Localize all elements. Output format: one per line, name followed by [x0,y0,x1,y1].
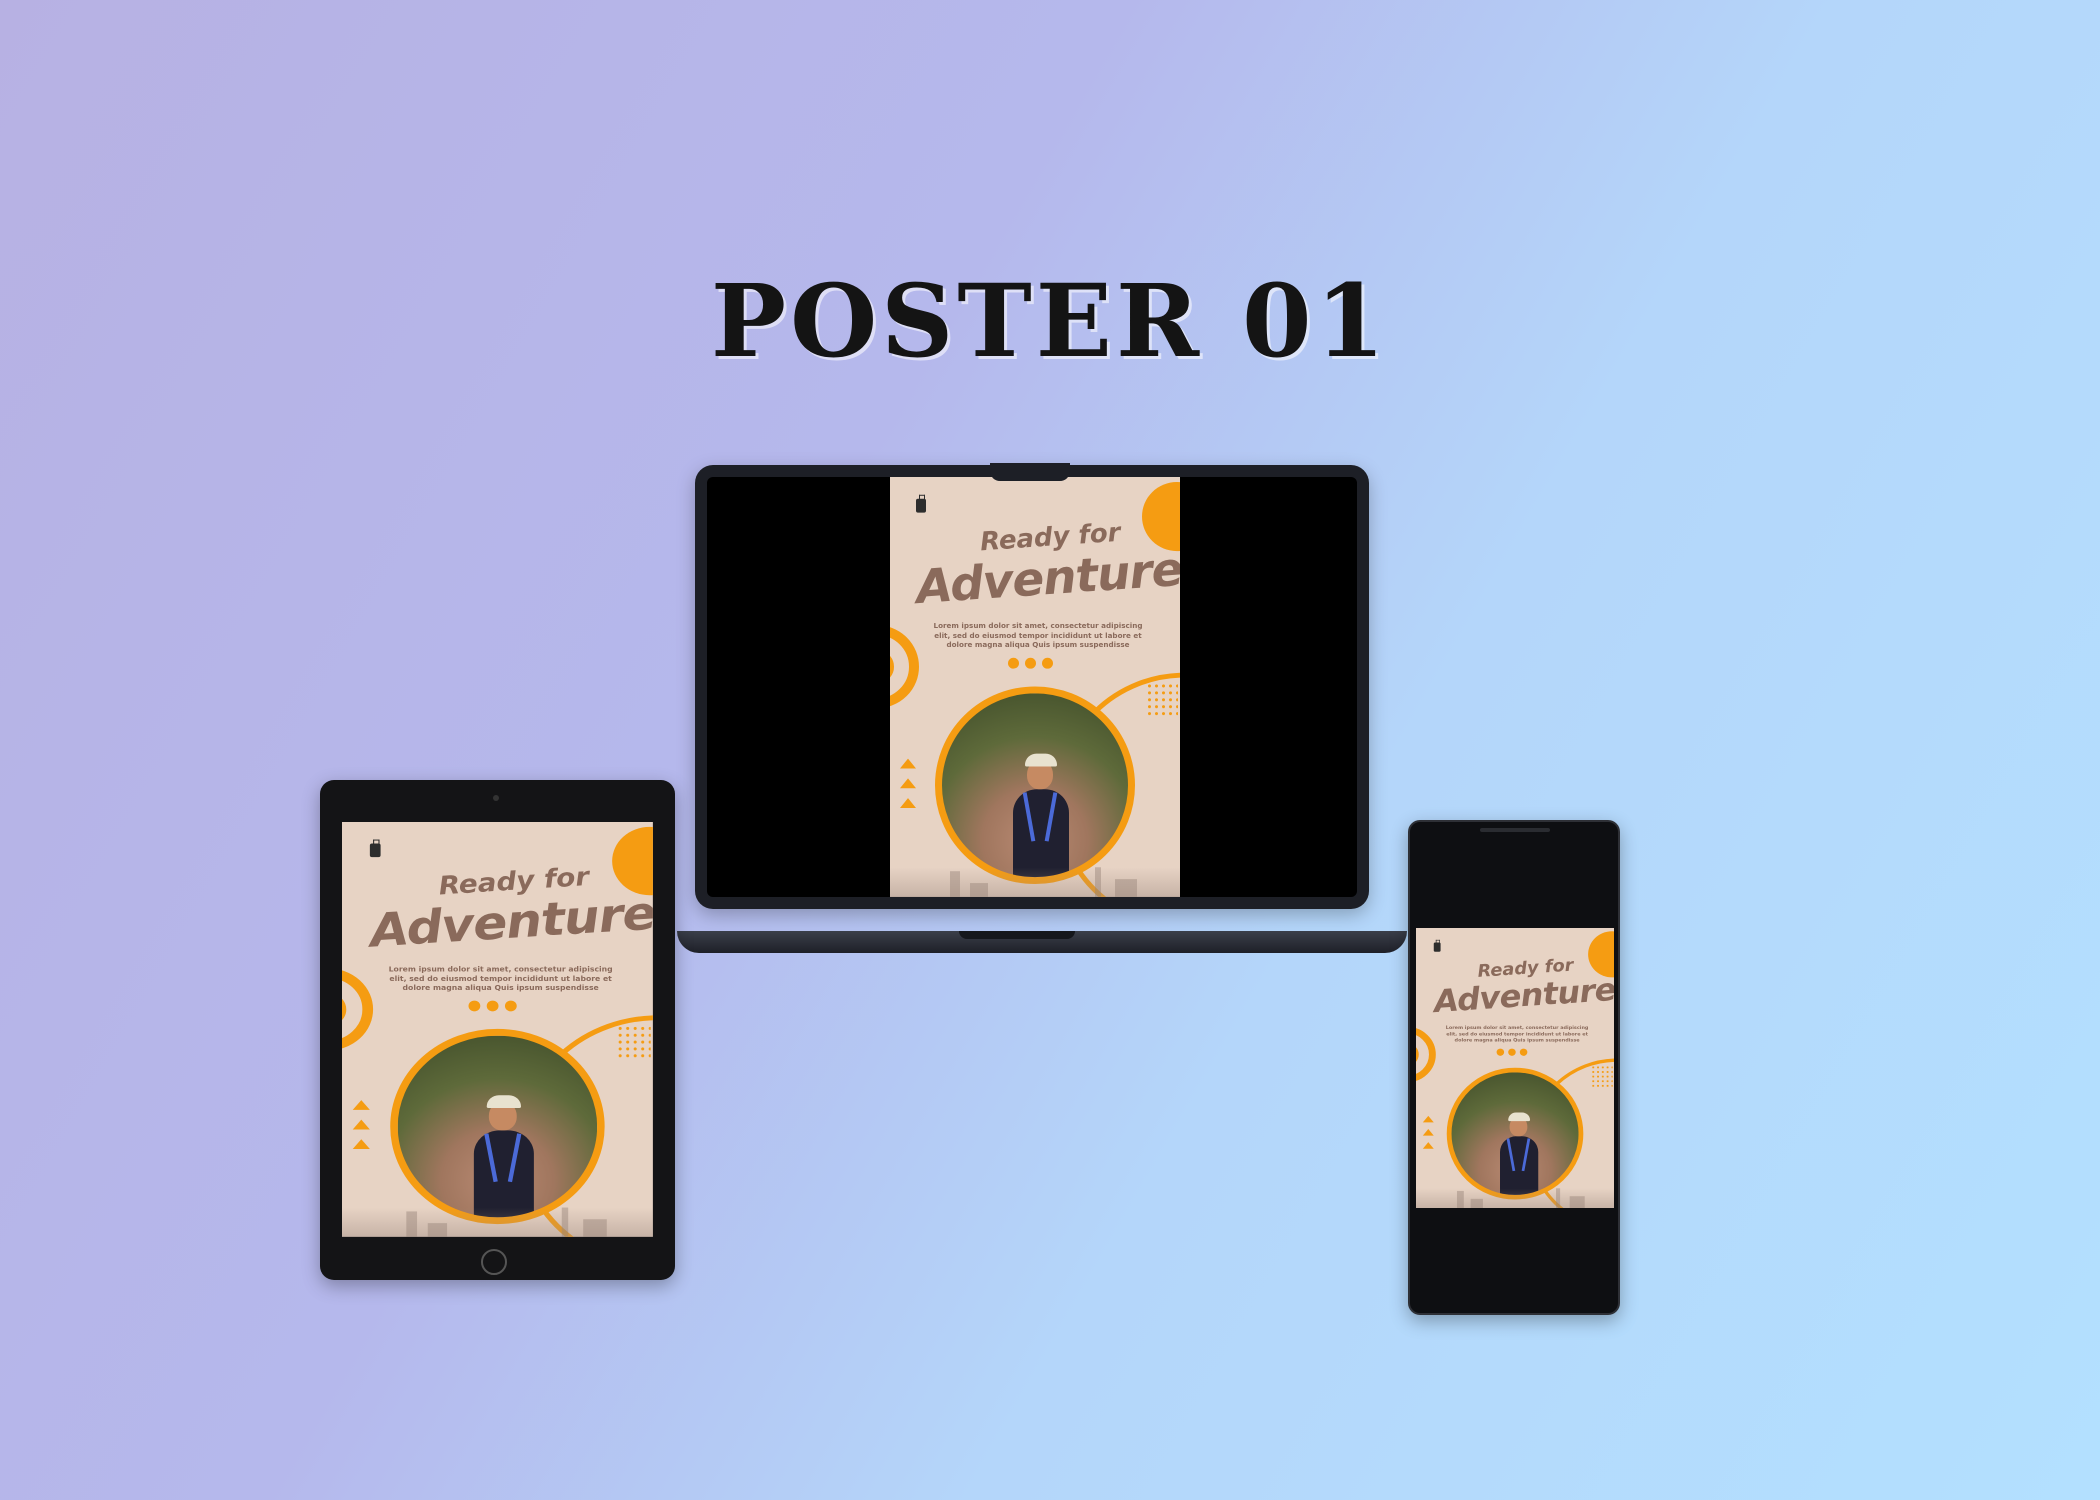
hiker-figure [1005,748,1075,878]
phone-screen: Ready for Adventure Lorem ipsum dolor si… [1416,928,1614,1208]
ring-decoration [890,625,919,709]
skyline-silhouette [890,867,1180,897]
body-text: Lorem ipsum dolor sit amet, consectetur … [1445,1024,1589,1043]
speaker-grille [1480,828,1550,832]
home-button[interactable] [481,1249,507,1275]
hiker-figure [1495,1109,1543,1195]
facebook-icon[interactable] [1508,1048,1516,1056]
twitter-icon[interactable] [1496,1048,1505,1056]
headline-large: Adventure [368,886,653,959]
luggage-icon [369,839,381,858]
tablet-screen: Ready for Adventure Lorem ipsum dolor si… [342,822,653,1237]
triangle-icon [900,778,916,789]
triangle-icon [352,1139,370,1149]
phone-device: Ready for Adventure Lorem ipsum dolor si… [1408,820,1620,1315]
ring-decoration [342,968,374,1051]
social-icons [468,1000,517,1012]
poster: Ready for Adventure Lorem ipsum dolor si… [1416,928,1614,1208]
instagram-icon[interactable] [1042,657,1053,669]
headline-large: Adventure [914,542,1180,615]
facebook-icon[interactable] [486,1000,499,1012]
triangle-icon [1422,1115,1434,1123]
laptop-base [677,931,1407,953]
triangle-icon [352,1119,370,1130]
ring-decoration [1416,1026,1436,1083]
twitter-icon[interactable] [1008,657,1019,669]
twitter-icon[interactable] [468,1000,481,1012]
triangle-icon [352,1100,370,1110]
laptop-notch [990,463,1070,481]
luggage-icon [1433,939,1441,952]
facebook-icon[interactable] [1025,657,1036,669]
social-icons [1008,657,1053,669]
laptop-screen: Ready for Adventure Lorem ipsum dolor si… [707,477,1357,897]
hiker-photo [935,686,1135,885]
laptop-device: Ready for Adventure Lorem ipsum dolor si… [695,463,1369,909]
luggage-icon [916,494,926,513]
poster: Ready for Adventure Lorem ipsum dolor si… [342,822,653,1237]
triangle-icon [900,758,916,769]
hiker-photo [1446,1067,1584,1200]
tablet-device: Ready for Adventure Lorem ipsum dolor si… [320,780,675,1280]
poster: Ready for Adventure Lorem ipsum dolor si… [890,477,1180,897]
skyline-silhouette [1416,1188,1614,1208]
social-icons [1496,1048,1528,1056]
triangle-icon [1422,1142,1434,1149]
headline-large: Adventure [1432,971,1614,1021]
body-text: Lorem ipsum dolor sit amet, consectetur … [388,964,613,993]
triangle-icon [1422,1128,1434,1136]
instagram-icon[interactable] [504,1000,517,1012]
hiker-photo [390,1028,605,1225]
page-title: POSTER 01 [710,262,1390,380]
triangle-icon [900,798,916,808]
instagram-icon[interactable] [1519,1048,1528,1056]
camera-icon [493,795,499,801]
body-text: Lorem ipsum dolor sit amet, consectetur … [933,621,1143,650]
hiker-figure [465,1089,540,1218]
skyline-silhouette [342,1207,653,1237]
